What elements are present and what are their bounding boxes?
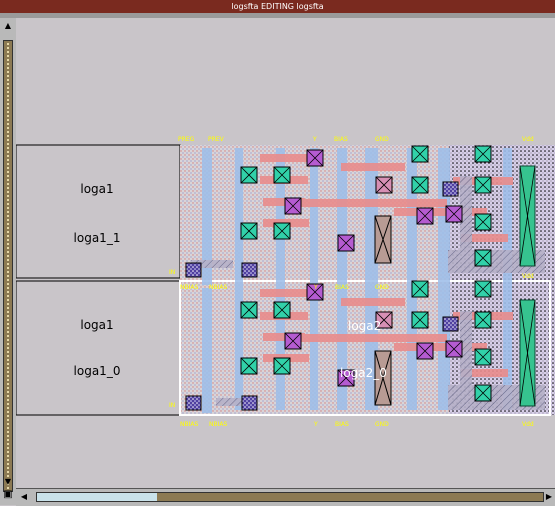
vertical-scrollbar[interactable]: ▲ ▼ ▣ (0, 18, 17, 505)
svg-text:GND: GND (375, 421, 389, 428)
right-arrow-icon[interactable]: ▶ (544, 492, 554, 501)
svg-text:NBIAS: NBIAS (180, 421, 198, 428)
svg-text:GND: GND (375, 284, 389, 291)
up-arrow-icon[interactable]: ▲ (3, 21, 13, 30)
layout-drawing: loga1 loga1_1 loga1 loga1_0 loga2 loga2_… (16, 136, 555, 428)
svg-text:NBIAS: NBIAS (209, 284, 227, 291)
svg-text:Vdd: Vdd (522, 273, 534, 280)
title-bar[interactable]: logsfta EDITING logsfta (0, 0, 555, 14)
svg-text:PREV: PREV (208, 136, 225, 143)
svg-text:BIAS: BIAS (335, 284, 349, 291)
corner-square-icon[interactable]: ▣ (3, 490, 13, 500)
loga1-0-instance-box[interactable] (16, 280, 181, 416)
svg-text:PREG: PREG (178, 136, 195, 143)
svg-text:GND: GND (375, 136, 389, 143)
svg-text:BIAS: BIAS (334, 136, 348, 143)
instance-cell-label: loga1 (80, 182, 113, 196)
horizontal-scrollbar[interactable]: ◀ ▶ (16, 488, 555, 506)
window-title: logsfta EDITING logsfta (231, 2, 324, 11)
svg-text:Vdd: Vdd (522, 421, 534, 428)
svg-text:Y: Y (313, 421, 318, 428)
loga2-label: loga2 (348, 319, 381, 333)
svg-text:BIAS: BIAS (335, 421, 349, 428)
svg-text:IN: IN (169, 402, 175, 409)
vertical-scroll-thumb[interactable] (3, 40, 13, 492)
instance-name-label: loga1_0 (74, 364, 121, 378)
instance-cell-label: loga1 (80, 318, 113, 332)
svg-text:NBIAS: NBIAS (180, 284, 198, 291)
loga2-0-label: loga2_0 (340, 366, 387, 380)
layout-editor-window: logsfta EDITING logsfta ▲ ▼ ▣ ◀ ▶ loga1 … (0, 0, 555, 506)
layout-canvas[interactable]: loga1 loga1_1 loga1 loga1_0 loga2 loga2_… (16, 18, 555, 488)
loga1-1-instance-box[interactable] (16, 144, 181, 279)
svg-text:Y: Y (313, 284, 318, 291)
svg-text:IN: IN (169, 269, 175, 276)
svg-text:Y: Y (312, 136, 317, 143)
instance-name-label: loga1_1 (74, 231, 121, 245)
svg-text:NBIAS: NBIAS (209, 421, 227, 428)
horizontal-scroll-position (37, 493, 157, 501)
left-arrow-icon[interactable]: ◀ (19, 492, 29, 501)
down-arrow-icon[interactable]: ▼ (3, 477, 13, 486)
svg-text:Vdd: Vdd (522, 136, 534, 143)
